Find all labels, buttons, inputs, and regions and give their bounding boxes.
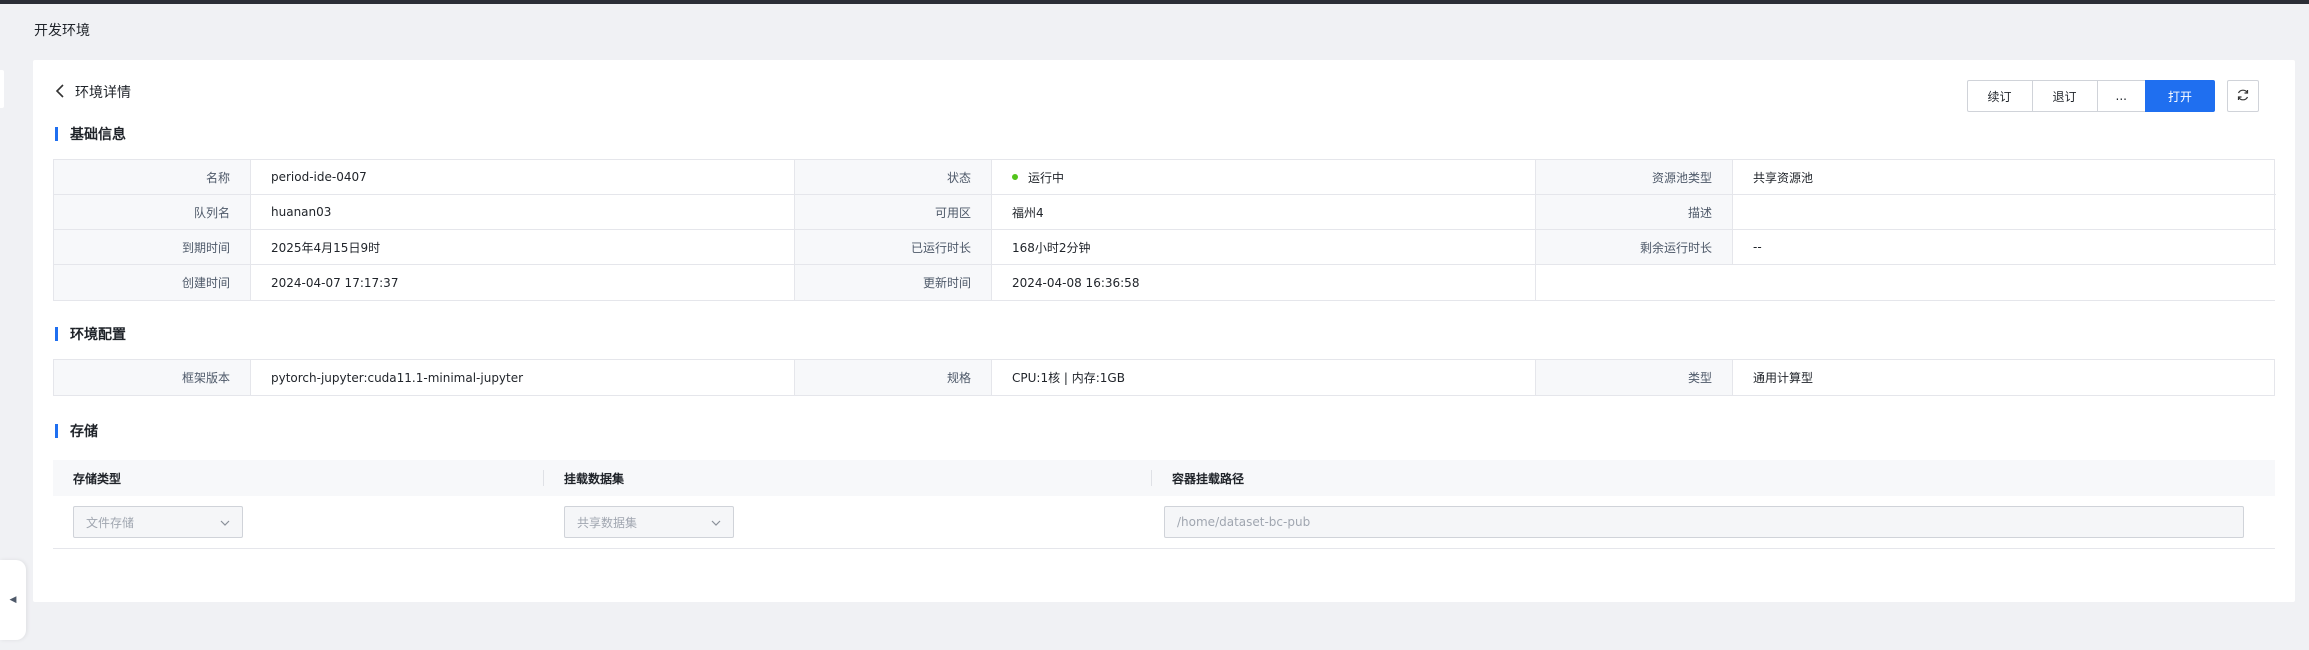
field-value: 共享资源池: [1733, 160, 2276, 195]
more-button[interactable]: ...: [2096, 80, 2146, 112]
field-value: pytorch-jupyter:cuda11.1-minimal-jupyter: [251, 360, 795, 395]
section-storage: 存储: [55, 421, 98, 441]
page-title: 开发环境: [34, 23, 90, 39]
storage-table-header: 存储类型 挂载数据集 容器挂载路径: [53, 460, 2275, 496]
section-accent-bar: [55, 327, 58, 341]
field-label: 队列名: [54, 195, 251, 230]
sidebar-stub: [0, 70, 4, 108]
back-header: 环境详情: [55, 82, 131, 102]
refresh-button[interactable]: [2227, 80, 2259, 112]
action-bar: 续订 退订 ... 打开: [1966, 80, 2259, 112]
column-header-label: 存储类型: [73, 471, 122, 486]
field-label: 已运行时长: [795, 230, 992, 265]
section-title: 存储: [70, 424, 98, 440]
renew-button[interactable]: 续订: [1966, 80, 2033, 112]
column-header: 挂载数据集: [544, 460, 1152, 496]
select-placeholder: 文件存储: [86, 515, 135, 530]
detail-title: 环境详情: [75, 85, 131, 101]
section-accent-bar: [55, 424, 58, 438]
back-chevron-icon[interactable]: [55, 83, 65, 101]
empty-cell: [1536, 265, 2276, 300]
field-value: --: [1733, 230, 2276, 265]
section-env-config: 环境配置: [55, 324, 126, 344]
status-value: 运行中: [992, 160, 1536, 195]
field-value: [1733, 195, 2276, 230]
field-value: 2024-04-08 16:36:58: [992, 265, 1536, 300]
unsubscribe-button[interactable]: 退订: [2031, 80, 2098, 112]
field-value: 福州4: [992, 195, 1536, 230]
column-header: 存储类型: [53, 460, 544, 496]
field-label: 框架版本: [54, 360, 251, 395]
field-label: 可用区: [795, 195, 992, 230]
section-title: 环境配置: [70, 327, 126, 343]
storage-type-select[interactable]: 文件存储: [73, 506, 243, 538]
status-dot-icon: [1012, 174, 1018, 180]
mount-path-input[interactable]: /home/dataset-bc-pub: [1164, 506, 2244, 538]
field-label: 规格: [795, 360, 992, 395]
field-label: 名称: [54, 160, 251, 195]
top-bar: [0, 0, 2309, 4]
field-label: 剩余运行时长: [1536, 230, 1733, 265]
field-value: 168小时2分钟: [992, 230, 1536, 265]
dataset-select[interactable]: 共享数据集: [564, 506, 734, 538]
field-label: 类型: [1536, 360, 1733, 395]
caret-left-icon: ◀: [9, 595, 17, 605]
field-label: 资源池类型: [1536, 160, 1733, 195]
section-title: 基础信息: [70, 127, 126, 143]
field-label: 到期时间: [54, 230, 251, 265]
detail-card: 环境详情 续订 退订 ... 打开 基础信息 名称 period-ide-040: [33, 60, 2295, 602]
field-label: 状态: [795, 160, 992, 195]
sidebar-collapse-button[interactable]: ◀: [0, 560, 26, 640]
section-accent-bar: [55, 127, 58, 141]
field-value: 通用计算型: [1753, 371, 1814, 385]
dataset-cell: 共享数据集: [544, 496, 1152, 548]
table-row: 文件存储 共享数据集 /home/dataset-bc-pub: [53, 496, 2275, 549]
field-label: 描述: [1536, 195, 1733, 230]
chevron-down-icon: [711, 515, 721, 529]
open-button[interactable]: 打开: [2144, 80, 2215, 112]
select-placeholder: 共享数据集: [577, 515, 638, 530]
section-basic-info: 基础信息: [55, 124, 126, 144]
column-header: 容器挂载路径: [1152, 460, 2275, 496]
basic-info-table: 名称 period-ide-0407 状态 运行中 资源池类型 共享资源池 队列…: [53, 159, 2276, 301]
field-value: 2025年4月15日9时: [251, 230, 795, 265]
input-placeholder: /home/dataset-bc-pub: [1177, 515, 1311, 529]
field-label: 创建时间: [54, 265, 251, 300]
field-value: CPU:1核 | 内存:1GB: [992, 360, 1536, 395]
field-value: huanan03: [251, 195, 795, 230]
status-text: 运行中: [1028, 170, 1065, 185]
field-label: 更新时间: [795, 265, 992, 300]
storage-type-cell: 文件存储: [53, 496, 544, 548]
chevron-down-icon: [220, 515, 230, 529]
mount-path-cell: /home/dataset-bc-pub: [1152, 496, 2275, 548]
refresh-icon: [2236, 88, 2250, 105]
column-header-label: 容器挂载路径: [1172, 471, 1245, 486]
column-header-label: 挂载数据集: [564, 471, 625, 486]
env-config-table: 框架版本 pytorch-jupyter:cuda11.1-minimal-ju…: [53, 359, 2275, 396]
action-button-group: 续订 退订 ... 打开: [1966, 80, 2215, 112]
field-value: 2024-04-07 17:17:37: [251, 265, 795, 300]
field-value: period-ide-0407: [251, 160, 795, 195]
